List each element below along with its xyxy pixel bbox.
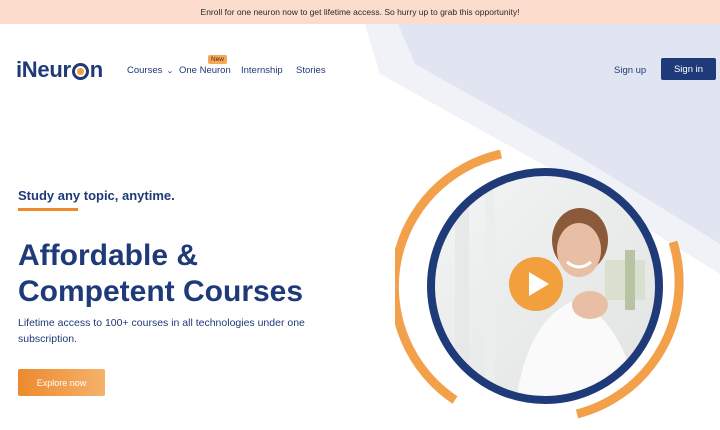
sign-in-button[interactable]: Sign in: [661, 58, 716, 80]
headline-line-2: Competent Courses: [18, 275, 304, 308]
hero-subtext: Lifetime access to 100+ courses in all t…: [18, 317, 305, 345]
play-button[interactable]: [509, 257, 563, 311]
hero-headline: Affordable & Competent Courses: [18, 238, 358, 310]
new-badge: New: [208, 55, 228, 64]
logo-text-before: iNeur: [16, 57, 71, 82]
hero-video-thumbnail[interactable]: [395, 150, 685, 425]
header: iNeur n Courses ⌄ One Neuron New Interns…: [0, 24, 720, 114]
logo-ring-icon: [71, 62, 89, 80]
headline-line-1: Affordable &: [18, 239, 198, 272]
nav-internship[interactable]: Internship: [241, 65, 283, 76]
explore-now-button[interactable]: Explore now: [18, 369, 105, 396]
logo-text-after: n: [89, 57, 103, 82]
chevron-down-icon: ⌄: [166, 67, 175, 75]
tagline-underline: [18, 208, 78, 211]
nav-courses-label: Courses: [127, 65, 163, 76]
sign-up-link[interactable]: Sign up: [614, 65, 646, 76]
nav-stories[interactable]: Stories: [296, 65, 326, 76]
nav-courses[interactable]: Courses ⌄: [127, 65, 175, 76]
hero-tagline: Study any topic, anytime.: [18, 188, 175, 203]
announcement-bar[interactable]: Enroll for one neuron now to get lifetim…: [0, 0, 720, 24]
logo[interactable]: iNeur n: [16, 57, 103, 83]
nav-one-neuron[interactable]: One Neuron: [179, 65, 231, 76]
announcement-text: Enroll for one neuron now to get lifetim…: [200, 7, 520, 17]
